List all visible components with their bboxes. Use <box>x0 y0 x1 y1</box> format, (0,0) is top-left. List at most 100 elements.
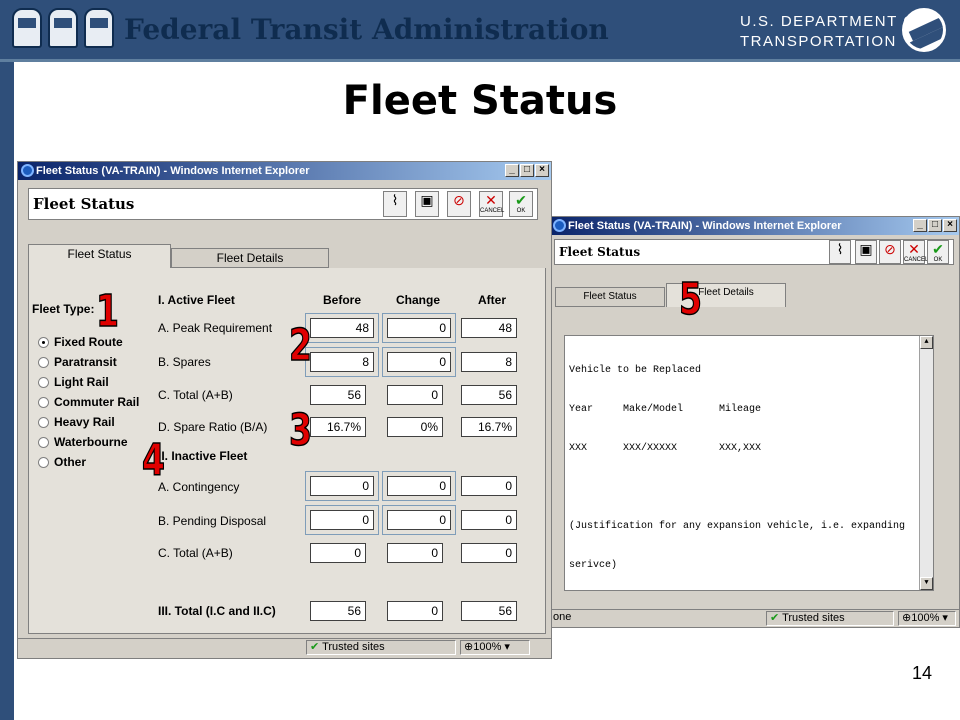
callout-1: 1 <box>95 285 119 338</box>
radio-waterbourne[interactable]: Waterbourne <box>38 433 128 451</box>
rail-car-icon <box>84 8 114 48</box>
radio-button[interactable] <box>38 436 49 448</box>
radio-button[interactable] <box>38 416 49 428</box>
active-total-after-field[interactable]: 56 <box>461 385 517 405</box>
scroll-up-button[interactable]: ▲ <box>920 336 933 349</box>
callout-4: 4 <box>141 434 165 487</box>
ok-icon: ✔ <box>932 241 944 257</box>
radio-other[interactable]: Other <box>38 453 86 471</box>
radio-heavy-rail[interactable]: Heavy Rail <box>38 413 115 431</box>
form-title: Fleet Status <box>33 195 135 213</box>
close-button[interactable]: × <box>535 164 549 177</box>
details-line: XXX XXX/XXXXX XXX,XXX <box>569 443 762 454</box>
zoom-control[interactable]: ⊕100% ▾ <box>460 640 530 655</box>
tab-fleet-details[interactable]: Fleet Details <box>171 248 329 268</box>
peak-after-field[interactable]: 48 <box>461 318 517 338</box>
details-line: Year Make/Model Mileage <box>569 404 762 415</box>
cancel-button[interactable]: ✕ CANCEL <box>479 191 504 217</box>
zoom-control[interactable]: ⊕100% ▾ <box>898 611 956 626</box>
save-button[interactable]: ▣ <box>855 240 877 264</box>
save-icon: ▣ <box>859 241 873 257</box>
delete-button[interactable]: ⊘ <box>879 240 901 264</box>
status-bar: one ✔ Trusted sites ⊕100% ▾ <box>550 609 959 627</box>
tab-fleet-status[interactable]: Fleet Status <box>555 287 665 307</box>
ok-icon: ✔ <box>515 192 527 208</box>
inactive-total-after-field[interactable]: 0 <box>461 543 517 563</box>
ratio-after-field[interactable]: 16.7% <box>461 417 517 437</box>
window-titlebar: Fleet Status (VA-TRAIN) - Windows Intern… <box>550 217 959 235</box>
spares-change-field[interactable]: 0 <box>387 352 451 372</box>
row-label-spare-ratio: D. Spare Ratio (B/A) <box>158 420 268 434</box>
vertical-scrollbar[interactable]: ▲ ▼ <box>919 336 933 590</box>
contingency-before-field[interactable]: 0 <box>310 476 374 496</box>
disposal-change-field[interactable]: 0 <box>387 510 451 530</box>
peak-change-field[interactable]: 0 <box>387 318 451 338</box>
status-text <box>18 640 298 655</box>
zoom-icon: ⊕ <box>902 612 912 624</box>
radio-button[interactable] <box>38 376 49 388</box>
radio-commuter-rail[interactable]: Commuter Rail <box>38 393 139 411</box>
row-label-pending-disposal: B. Pending Disposal <box>158 514 267 528</box>
close-button[interactable]: × <box>943 219 957 232</box>
ie-icon <box>553 219 566 232</box>
callout-2: 2 <box>288 319 312 372</box>
maximize-button[interactable]: □ <box>928 219 942 232</box>
window-title: Fleet Status (VA-TRAIN) - Windows Intern… <box>568 220 842 232</box>
inactive-total-before-field[interactable]: 0 <box>310 543 366 563</box>
delete-button[interactable]: ⊘ <box>447 191 471 217</box>
form-toolbar: Fleet Status ⌇ ▣ ⊘ ✕ CANCEL ✔ OK <box>28 188 538 220</box>
grand-total-after-field[interactable]: 56 <box>461 601 517 621</box>
section-active-fleet: I. Active Fleet <box>158 293 235 307</box>
minimize-button[interactable]: _ <box>913 219 927 232</box>
status-text: one <box>553 611 572 623</box>
ratio-change-field[interactable]: 0% <box>387 417 443 437</box>
spares-after-field[interactable]: 8 <box>461 352 517 372</box>
ok-button[interactable]: ✔ OK <box>509 191 533 217</box>
form-toolbar: Fleet Status ⌇ ▣ ⊘ ✕ CANCEL ✔ OK <box>554 239 954 265</box>
details-line: (Justification for any expansion vehicle… <box>569 521 906 532</box>
row-label-inactive-total: C. Total (A+B) <box>158 546 233 560</box>
checkmark-icon: ✔ <box>310 641 323 653</box>
dot-wordmark: U.S. DEPARTMENT OF TRANSPORTATION <box>740 12 927 52</box>
save-button[interactable]: ▣ <box>415 191 439 217</box>
radio-button[interactable] <box>38 336 49 348</box>
active-total-change-field[interactable]: 0 <box>387 385 443 405</box>
radio-button[interactable] <box>38 396 49 408</box>
inactive-total-change-field[interactable]: 0 <box>387 543 443 563</box>
row-label-active-total: C. Total (A+B) <box>158 388 233 402</box>
slide-header: Federal Transit Administration U.S. DEPA… <box>0 0 960 62</box>
scroll-down-button[interactable]: ▼ <box>920 577 933 590</box>
contingency-after-field[interactable]: 0 <box>461 476 517 496</box>
train-icon <box>48 8 78 48</box>
radio-button[interactable] <box>38 356 49 368</box>
minimize-button[interactable]: _ <box>505 164 519 177</box>
paperclip-button[interactable]: ⌇ <box>383 191 407 217</box>
disposal-after-field[interactable]: 0 <box>461 510 517 530</box>
left-ie-window: Fleet Status (VA-TRAIN) - Windows Intern… <box>17 161 552 659</box>
active-total-before-field[interactable]: 56 <box>310 385 366 405</box>
cancel-icon: ✕ <box>908 241 920 257</box>
paperclip-button[interactable]: ⌇ <box>829 240 851 264</box>
ratio-before-field[interactable]: 16.7% <box>310 417 366 437</box>
grand-total-change-field[interactable]: 0 <box>387 601 443 621</box>
dot-logo-icon <box>902 8 946 52</box>
fleet-type-label: Fleet Type: <box>32 302 95 316</box>
radio-light-rail[interactable]: Light Rail <box>38 373 109 391</box>
maximize-button[interactable]: □ <box>520 164 534 177</box>
org-title: Federal Transit Administration <box>124 13 609 46</box>
cancel-button[interactable]: ✕ CANCEL <box>903 240 928 264</box>
details-textarea[interactable]: Vehicle to be Replaced Year Make/Model M… <box>564 335 934 591</box>
checkmark-icon: ✔ <box>770 612 783 624</box>
radio-paratransit[interactable]: Paratransit <box>38 353 117 371</box>
transit-icons <box>12 8 114 48</box>
tab-fleet-status[interactable]: Fleet Status <box>28 244 171 268</box>
grand-total-before-field[interactable]: 56 <box>310 601 366 621</box>
peak-before-field[interactable]: 48 <box>310 318 374 338</box>
contingency-change-field[interactable]: 0 <box>387 476 451 496</box>
ok-button[interactable]: ✔ OK <box>927 240 949 264</box>
window-title: Fleet Status (VA-TRAIN) - Windows Intern… <box>36 165 310 177</box>
paperclip-icon: ⌇ <box>391 192 399 208</box>
spares-before-field[interactable]: 8 <box>310 352 374 372</box>
radio-button[interactable] <box>38 456 49 468</box>
disposal-before-field[interactable]: 0 <box>310 510 374 530</box>
